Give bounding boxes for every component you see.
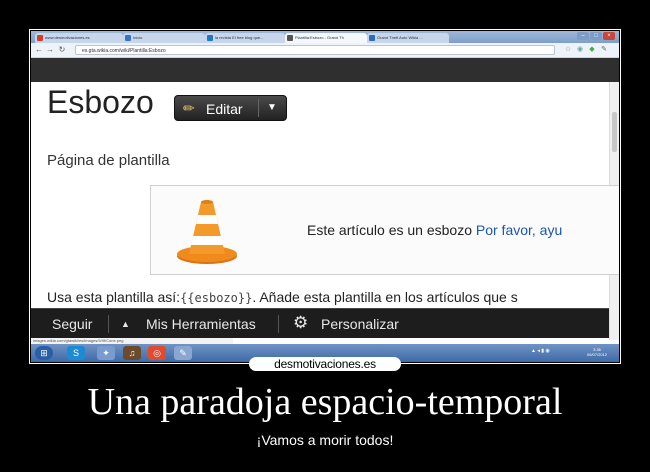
poster-caption: Una paradoja espacio-temporal <box>87 381 563 423</box>
browser-toolbar: ← → ↻ es.gta.wikia.com/wiki/Plantilla:Es… <box>31 43 619 58</box>
system-tray: ▲ ◂ ▮ ◉ <box>531 348 550 354</box>
site-watermark: desmotivaciones.es <box>249 357 401 371</box>
traffic-cone-icon <box>177 200 237 264</box>
page-title: Esbozo <box>47 84 154 120</box>
star-icon[interactable]: ☆ <box>564 46 572 54</box>
clock-date: 06/07/2012 <box>587 352 608 357</box>
close-icon[interactable]: × <box>603 32 615 40</box>
browser-tab-active[interactable]: Plantilla:Esbozo - Grand Th <box>285 33 367 43</box>
stub-notice-box: Este artículo es un esbozo Por favor, ay… <box>150 185 619 275</box>
stub-notice-message: Este artículo es un esbozo <box>307 222 476 238</box>
network-icon[interactable]: ✦ <box>97 346 115 360</box>
chevron-down-icon[interactable]: ▼ <box>267 99 277 117</box>
reload-icon[interactable]: ↻ <box>57 45 67 55</box>
usage-code: {{esbozo}} <box>180 291 253 305</box>
skype-icon[interactable]: S <box>67 346 85 360</box>
wiki-header-bar <box>31 58 619 82</box>
caret-up-icon[interactable]: ▲ <box>121 319 130 329</box>
edit-button-divider <box>258 99 259 117</box>
tab-favicon-icon <box>37 35 43 41</box>
wiki-bottom-toolbar: Seguir ▲ Mis Herramientas ⚙ Personalizar <box>31 308 609 338</box>
browser-tab-strip: www.desmotivaciones.es Inicio la revista… <box>31 31 619 43</box>
stub-notice-text: Este artículo es un esbozo Por favor, ay… <box>307 222 562 238</box>
poster-tagline: ¡Vamos a morir todos! <box>256 432 394 448</box>
paint-icon[interactable]: ✎ <box>174 346 192 360</box>
wrench-icon[interactable]: ✎ <box>600 46 608 54</box>
tab-favicon-icon <box>125 35 131 41</box>
toolbar-divider <box>278 315 279 333</box>
scrollbar-thumb[interactable] <box>612 112 617 152</box>
edit-button-label: Editar <box>206 101 243 117</box>
extension-icon[interactable]: ◆ <box>588 46 596 54</box>
chrome-icon[interactable]: ◎ <box>148 346 166 360</box>
usage-prefix: Usa esta plantilla así: <box>47 289 181 305</box>
customize-button[interactable]: Personalizar <box>321 316 399 332</box>
tab-favicon-icon <box>369 35 375 41</box>
tab-label: Grand Theft Auto Wikia ... <box>377 35 423 40</box>
pencil-icon: ✏ <box>183 100 195 116</box>
media-player-icon[interactable]: ♫ <box>123 346 141 360</box>
edit-button[interactable]: ✏ Editar ▼ <box>174 95 287 121</box>
start-icon[interactable]: ⊞ <box>35 346 53 360</box>
tab-label: la revista El free blog que... <box>215 35 264 40</box>
extension-icon[interactable]: ◉ <box>576 46 584 54</box>
tab-label: www.desmotivaciones.es <box>45 35 90 40</box>
gear-icon[interactable]: ⚙ <box>293 313 308 333</box>
toolbar-divider <box>108 315 109 333</box>
url-text: es.gta.wikia.com/wiki/Plantilla:Esbozo <box>82 48 166 54</box>
forward-icon[interactable]: → <box>45 45 55 55</box>
usage-instructions: Usa esta plantilla así:{{esbozo}}. Añade… <box>47 289 518 305</box>
taskbar-clock[interactable]: 3:36 06/07/2012 <box>587 347 607 357</box>
follow-button[interactable]: Seguir <box>52 316 92 332</box>
minimize-icon[interactable]: – <box>577 32 589 40</box>
browser-tab[interactable]: www.desmotivaciones.es <box>35 33 123 43</box>
browser-tab[interactable]: la revista El free blog que... <box>205 33 285 43</box>
tab-favicon-icon <box>287 35 293 41</box>
maximize-icon[interactable]: □ <box>590 32 602 40</box>
tab-label: Inicio <box>133 35 143 40</box>
back-icon[interactable]: ← <box>34 45 44 55</box>
screenshot: www.desmotivaciones.es Inicio la revista… <box>31 31 619 362</box>
browser-tab[interactable]: Grand Theft Auto Wikia ... <box>367 33 449 43</box>
tab-label: Plantilla:Esbozo - Grand Th <box>295 35 344 40</box>
browser-tab[interactable]: Inicio <box>123 33 205 43</box>
page-subtitle: Página de plantilla <box>47 152 170 169</box>
my-tools-button[interactable]: Mis Herramientas <box>146 316 256 332</box>
tab-favicon-icon <box>207 35 213 41</box>
usage-suffix: . Añade esta plantilla en los artículos … <box>252 289 518 305</box>
address-bar[interactable]: es.gta.wikia.com/wiki/Plantilla:Esbozo <box>75 45 555 55</box>
stub-notice-link[interactable]: Por favor, ayu <box>476 222 562 238</box>
